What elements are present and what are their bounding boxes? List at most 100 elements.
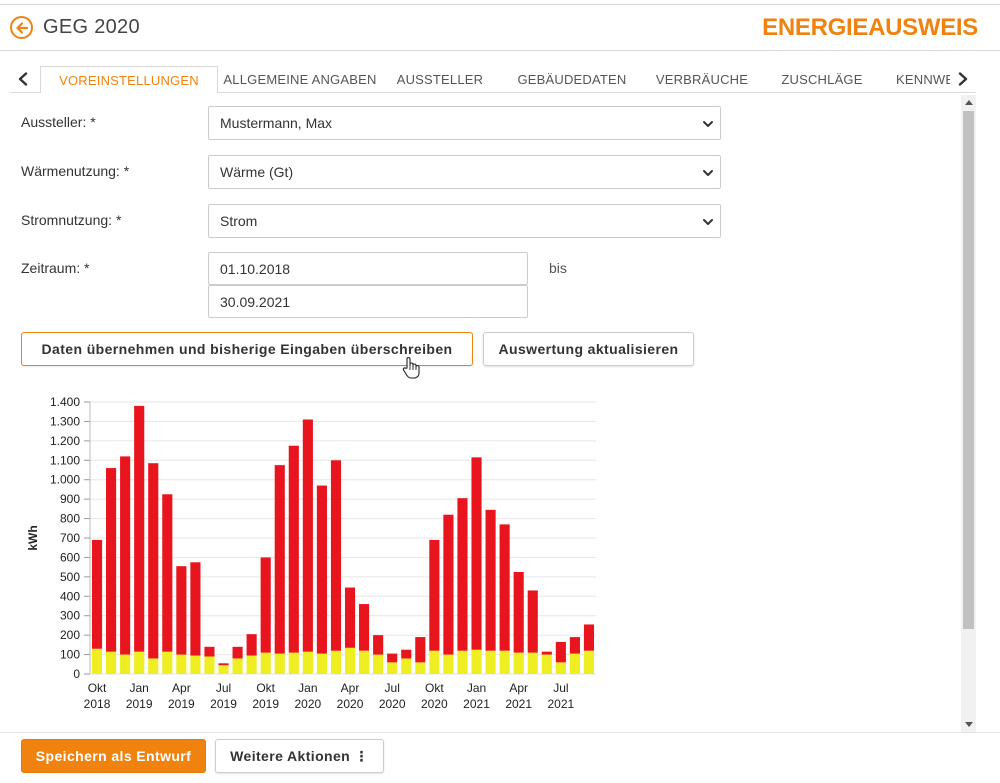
save-draft-button[interactable]: Speichern als Entwurf (21, 739, 206, 773)
chart-bar-waerme (429, 539, 440, 651)
chart-bar-strom (499, 650, 510, 674)
chart-bar-strom (359, 650, 370, 674)
zeitraum-to-value: 30.09.2021 (220, 294, 291, 310)
chart-y-tick-label: 500 (60, 570, 80, 584)
tab-zuschlaege[interactable]: ZUSCHLÄGE (772, 66, 872, 93)
scroll-thumb[interactable] (963, 111, 974, 629)
chart-bar-waerme (443, 514, 454, 655)
chart-y-tick-label: 1.400 (50, 395, 80, 409)
chart-y-tick-label: 200 (60, 628, 80, 642)
chart-x-tick-label-year: 2020 (421, 697, 448, 711)
chart-y-tick-label: 100 (60, 648, 80, 662)
chart-x-tick-label-month: Apr (509, 681, 528, 695)
chart-bar-strom (415, 662, 426, 674)
chart-x-tick-label-year: 2019 (168, 697, 195, 711)
chart-bar-waerme (415, 637, 426, 663)
chart-bar-strom (246, 655, 257, 674)
chart-bar-strom (302, 651, 313, 674)
chart-x-tick-label-month: Okt (425, 681, 444, 695)
chart-bar-strom (387, 662, 398, 674)
tab-scroll-right-button[interactable] (950, 66, 976, 92)
chart-bar-strom (583, 650, 595, 674)
more-actions-button[interactable]: Weitere Aktionen ⋮ (215, 739, 384, 773)
triangle-down-icon (964, 722, 973, 727)
footer-divider (0, 732, 1000, 733)
aussteller-select[interactable]: Mustermann, Max (208, 106, 721, 140)
chart-bar-waerme (569, 637, 580, 654)
scroll-up-button[interactable] (961, 95, 976, 109)
chart-bar-strom (569, 653, 580, 674)
chart-y-tick-label: 700 (60, 531, 80, 545)
chart-bar-strom (513, 652, 524, 674)
chart-x-tick-label-month: Okt (88, 681, 107, 695)
app-title: GEG 2020 (43, 16, 140, 38)
chart-bar-waerme (316, 485, 327, 654)
tab-scroll-left-button[interactable] (10, 66, 36, 92)
chart-bar-waerme (120, 456, 131, 655)
brand-logo-text: ENERGIEAUSWEIS (762, 14, 978, 41)
tab-aussteller[interactable]: AUSSTELLER (390, 66, 490, 93)
chart-bar-strom (330, 650, 342, 674)
chart-x-tick-label-year: 2019 (126, 697, 153, 711)
aussteller-value: Mustermann, Max (220, 115, 333, 131)
chart-bar-waerme (485, 509, 496, 651)
tab-allgemeine-angaben[interactable]: ALLGEMEINE ANGABEN (218, 66, 382, 93)
tab-voreinstellungen[interactable]: VOREINSTELLUNGEN (40, 66, 218, 93)
chart-bar-strom (134, 651, 145, 674)
zeitraum-separator: bis (549, 260, 567, 276)
chart-bar-strom (288, 652, 299, 674)
chart-bar-strom (274, 653, 285, 674)
chart-x-tick-label-year: 2018 (84, 697, 111, 711)
app-header: GEG 2020 ENERGIEAUSWEIS (0, 5, 1000, 50)
chart-bar-waerme (555, 641, 566, 663)
chart-y-tick-label: 800 (60, 512, 80, 526)
arrow-left-circle-icon (15, 21, 28, 34)
chevron-down-icon (703, 121, 713, 127)
chart-bar-strom (120, 654, 131, 674)
chart-x-tick-label-year: 2019 (210, 697, 237, 711)
tab-verbraeuche[interactable]: VERBRÄUCHE (652, 66, 752, 93)
header-divider (0, 50, 1000, 51)
chart-bar-waerme (527, 590, 538, 653)
chart-bar-strom (162, 651, 173, 674)
scroll-down-button[interactable] (961, 718, 976, 732)
chart-x-tick-label-month: Jan (130, 681, 149, 695)
vertical-scrollbar[interactable] (961, 95, 976, 732)
chart-bar-waerme (148, 463, 159, 659)
chart-y-tick-label: 1.200 (50, 434, 80, 448)
chart-bar-strom (316, 653, 327, 674)
refresh-evaluation-button[interactable]: Auswertung aktualisieren (483, 332, 694, 366)
chart-bar-waerme (288, 445, 299, 653)
chart-bar-strom (401, 658, 412, 674)
chart-x-tick-label-month: Jul (216, 681, 231, 695)
zeitraum-from-value: 01.10.2018 (220, 261, 291, 277)
chart-bar-waerme (134, 405, 145, 652)
zeitraum-label: Zeitraum: * (21, 260, 90, 276)
tab-gebaeudedaten[interactable]: GEBÄUDEDATEN (512, 66, 632, 93)
chart-y-tick-label: 0 (73, 667, 80, 681)
stromnutzung-value: Strom (220, 213, 258, 229)
chart-x-tick-label-year: 2021 (505, 697, 532, 711)
chart-bar-waerme (176, 566, 187, 655)
chart-bar-waerme (359, 604, 370, 651)
chart-bar-waerme (218, 663, 229, 666)
chart-y-tick-label: 600 (60, 550, 80, 564)
stromnutzung-select[interactable]: Strom (208, 204, 721, 238)
tab-kennwerte[interactable]: KENNWE (896, 66, 950, 93)
chart-bar-strom (218, 665, 229, 674)
hand-pointer-icon (402, 357, 420, 379)
chart-bar-waerme (513, 572, 524, 653)
chart-x-tick-label-year: 2020 (295, 697, 322, 711)
zeitraum-from-input[interactable]: 01.10.2018 (208, 252, 528, 285)
zeitraum-to-input[interactable]: 30.09.2021 (208, 285, 528, 318)
chart-x-tick-label-year: 2021 (548, 697, 575, 711)
chart-bar-strom (190, 655, 201, 674)
back-button[interactable] (10, 16, 33, 39)
chart-bar-waerme (499, 524, 510, 651)
chart-bar-waerme (246, 634, 257, 656)
waermenutzung-select[interactable]: Wärme (Gt) (208, 155, 721, 189)
chart-bar-strom (148, 658, 159, 674)
chart-bar-waerme (330, 460, 342, 651)
chart-x-tick-label-year: 2021 (463, 697, 490, 711)
chart-bar-strom (429, 650, 440, 674)
